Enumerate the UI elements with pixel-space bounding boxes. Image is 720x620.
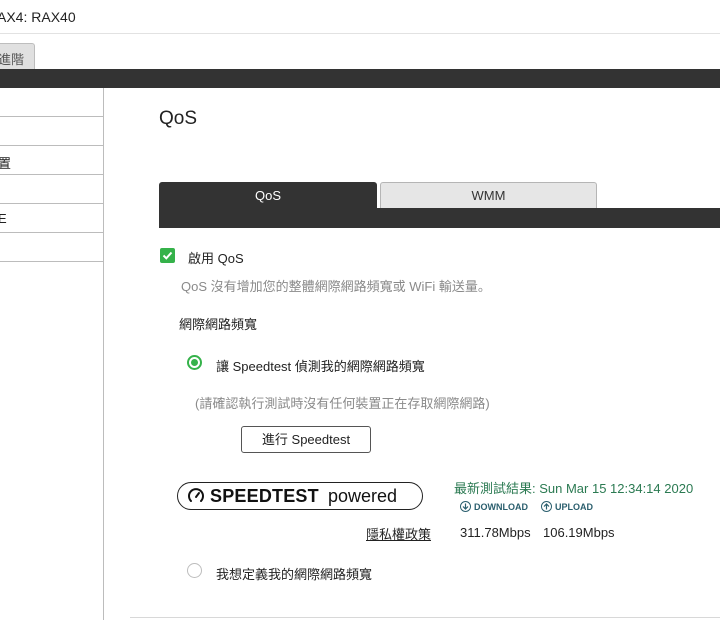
content-divider <box>130 617 720 618</box>
upload-value: 106.19Mbps <box>543 525 615 540</box>
sidebar-item-4[interactable] <box>0 175 103 204</box>
download-arrow-icon <box>460 501 471 512</box>
tab-advanced[interactable]: 進階 <box>0 43 35 69</box>
bandwidth-label: 網際網路頻寬 <box>179 317 258 332</box>
window-title: AX4: RAX40 <box>0 9 76 25</box>
sidebar-item-1[interactable] <box>0 88 103 117</box>
speedtest-logo-word: SPEEDTEST <box>210 486 319 506</box>
sidebar-item-label: 置 <box>0 156 12 171</box>
tab-qos[interactable]: QoS <box>159 182 377 209</box>
tab-advanced-label: 進階 <box>0 52 25 67</box>
run-speedtest-button[interactable]: 進行 Speedtest <box>241 426 371 453</box>
window-title-bar: AX4: RAX40 <box>0 0 720 34</box>
tab-strip <box>159 208 720 228</box>
speedtest-radio[interactable] <box>187 355 202 370</box>
speedtest-logo-powered: powered <box>328 486 398 506</box>
latest-test-result: 最新測試結果: Sun Mar 15 12:34:14 2020 <box>454 481 694 496</box>
sidebar-item-label: E <box>0 211 7 226</box>
speedtest-gauge-icon <box>188 488 204 502</box>
download-heading: DOWNLOAD <box>460 501 528 512</box>
sidebar-item-6[interactable] <box>0 233 103 262</box>
sidebar-item-5[interactable]: E <box>0 204 103 233</box>
sidebar-item-3[interactable]: 置 <box>0 146 103 175</box>
check-icon <box>162 251 173 260</box>
tab-wmm[interactable]: WMM <box>380 182 597 208</box>
qos-description: QoS 沒有增加您的整體網際網路頻寬或 WiFi 輸送量。 <box>181 279 491 294</box>
enable-qos-label: 啟用 QoS <box>188 251 244 266</box>
upload-arrow-icon <box>541 501 552 512</box>
header-bar <box>0 69 720 88</box>
speedtest-note: (請確認執行測試時沒有任何裝置正在存取網際網路) <box>195 396 490 411</box>
sidebar-item-2[interactable] <box>0 117 103 146</box>
privacy-policy-link[interactable]: 隱私權政策 <box>366 524 431 543</box>
enable-qos-checkbox[interactable] <box>160 248 175 263</box>
upload-heading: UPLOAD <box>541 501 593 512</box>
speedtest-logo: SPEEDTEST powered <box>177 482 423 510</box>
download-label: DOWNLOAD <box>474 502 528 512</box>
custom-bandwidth-radio[interactable] <box>187 563 202 578</box>
download-value: 311.78Mbps <box>460 525 531 540</box>
sidebar: 置 E <box>0 88 104 620</box>
custom-bandwidth-option-label: 我想定義我的網際網路頻寬 <box>216 567 373 582</box>
page-title: QoS <box>159 108 198 129</box>
upload-label: UPLOAD <box>555 502 593 512</box>
speedtest-option-label: 讓 Speedtest 偵測我的網際網路頻寬 <box>216 359 425 374</box>
